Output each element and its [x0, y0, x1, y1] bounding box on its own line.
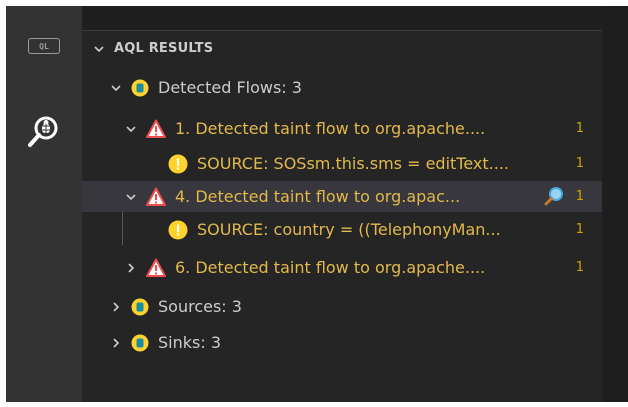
window-frame: QL AQL RESULTS Detected Flows: 3 1. Dete…: [6, 6, 628, 402]
source-label: SOURCE: SOSsm.this.sms = editText....: [197, 154, 509, 173]
warning-icon: [146, 119, 166, 138]
source-label: SOURCE: country = ((TelephonyMan...: [197, 220, 501, 239]
section-title: AQL RESULTS: [114, 41, 214, 56]
info-dot-icon: [168, 220, 188, 239]
chevron-right-icon: [109, 336, 123, 350]
chevron-right-icon: [124, 261, 138, 275]
flow-label: 1. Detected taint flow to org.apache....: [175, 119, 486, 138]
database-icon: [131, 79, 149, 96]
magnifier-icon[interactable]: [544, 186, 564, 206]
chevron-down-icon: [124, 190, 138, 204]
tree-item-label: Detected Flows: 3: [158, 78, 302, 97]
flow-count: 1: [575, 189, 584, 204]
chevron-down-icon: [124, 122, 138, 136]
warning-icon: [146, 187, 166, 206]
chevron-down-icon: [92, 42, 106, 56]
flow-label: 4. Detected taint flow to org.apac...: [175, 187, 461, 206]
search-bug-icon: [28, 116, 58, 147]
warning-icon: [146, 258, 166, 277]
tree-item-label: Sources: 3: [158, 297, 242, 316]
tree-item-label: Sinks: 3: [158, 333, 221, 352]
search-bug-activity-button[interactable]: [20, 108, 68, 156]
tree-item-flow-1-source[interactable]: SOURCE: SOSsm.this.sms = editText.... 1: [82, 148, 602, 179]
section-header[interactable]: AQL RESULTS: [82, 33, 602, 64]
database-icon: [131, 334, 149, 351]
editor-edge: [602, 6, 628, 402]
source-count: 1: [575, 156, 584, 171]
flow-count: 1: [575, 121, 584, 136]
tree-item-flow-1[interactable]: 1. Detected taint flow to org.apache....…: [82, 113, 602, 144]
tree-item-flow-6[interactable]: 6. Detected taint flow to org.apache....…: [82, 252, 602, 283]
database-icon: [131, 298, 149, 315]
ql-badge-icon: QL: [28, 38, 60, 54]
section-divider: [82, 30, 602, 31]
chevron-down-icon: [109, 81, 123, 95]
activity-bar: QL: [6, 6, 82, 402]
chevron-right-icon: [109, 300, 123, 314]
tree-item-flow-4-source[interactable]: SOURCE: country = ((TelephonyMan... 1: [82, 214, 602, 245]
source-count: 1: [575, 222, 584, 237]
tree-item-sources[interactable]: Sources: 3: [82, 291, 602, 322]
ql-badge-label: QL: [39, 41, 49, 51]
results-sidebar: AQL RESULTS Detected Flows: 3 1. Detecte…: [82, 6, 602, 402]
ql-activity-button[interactable]: QL: [20, 22, 68, 70]
flow-count: 1: [575, 260, 584, 275]
tree-item-detected-flows[interactable]: Detected Flows: 3: [82, 72, 602, 103]
flow-label: 6. Detected taint flow to org.apache....: [175, 258, 486, 277]
tree-item-flow-4[interactable]: 4. Detected taint flow to org.apac... 1: [82, 181, 602, 212]
sidebar-top-band: [82, 6, 602, 30]
tree-item-sinks[interactable]: Sinks: 3: [82, 327, 602, 358]
info-dot-icon: [168, 154, 188, 173]
